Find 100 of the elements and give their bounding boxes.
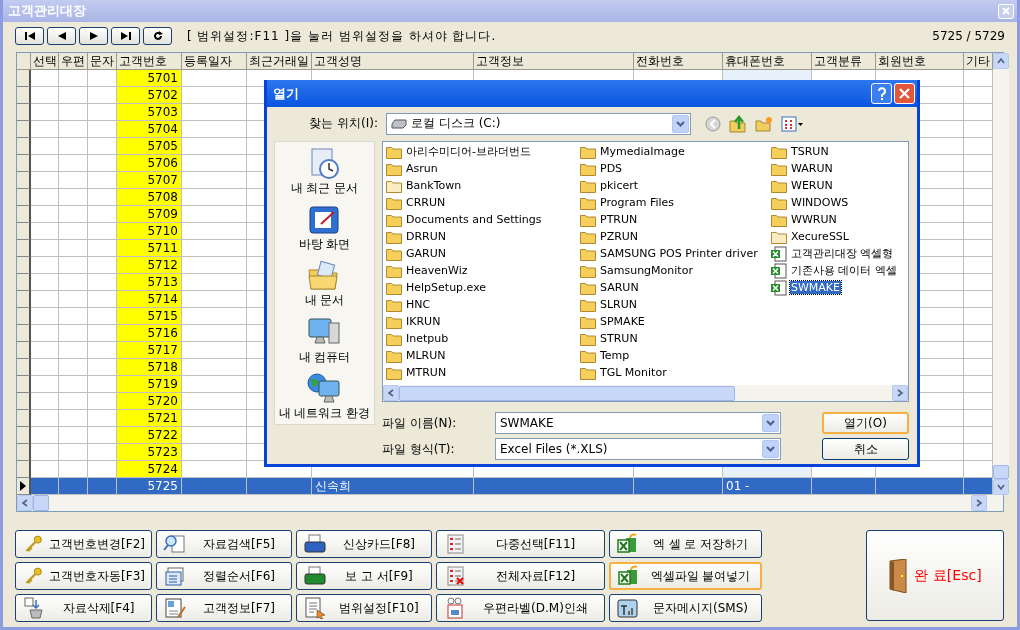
table-cell: 5720 [117,393,182,410]
file-name[interactable]: IKRUN [405,315,442,328]
file-name-field[interactable]: SWMAKE [495,412,781,434]
file-name[interactable]: Temp [599,349,631,362]
table-cell: 5724 [117,461,182,478]
action-button[interactable]: 문자메시지(SMS) [609,594,762,622]
action-button[interactable]: 다중선택[F11] [436,530,605,558]
column-header[interactable]: 문자 [88,53,117,70]
column-header[interactable]: 회원번호 [876,53,964,70]
action-button[interactable]: 고객번호변경[F2] [15,530,152,558]
file-name[interactable]: HNC [405,298,432,311]
action-button[interactable]: 신상카드[F8] [296,530,432,558]
table-cell: 5702 [117,87,182,104]
column-header[interactable]: 고객번호 [117,53,182,70]
column-header[interactable]: 고객정보 [474,53,634,70]
table-cell: 신속희 [312,478,474,495]
action-button[interactable]: 범위설정[F10] [296,594,432,622]
file-name[interactable]: MTRUN [405,366,448,379]
action-button[interactable]: 자료검색[F5] [156,530,292,558]
file-name[interactable]: STRUN [599,332,639,345]
column-header[interactable]: 휴대폰번호 [723,53,812,70]
file-name[interactable]: Inetpub [405,332,450,345]
table-cell: 5708 [117,189,182,206]
column-header[interactable]: 기타 [964,53,993,70]
file-name[interactable]: 고객관리대장 엑셀형 [790,246,895,261]
place-label[interactable]: 내 네트워크 환경 [278,404,371,422]
file-name[interactable]: WERUN [790,179,834,192]
column-header[interactable]: 고객분류 [812,53,876,70]
file-name[interactable]: 아리수미디어-브라더번드 [405,144,532,159]
action-button[interactable]: 고객정보[F7] [156,594,292,622]
window-title: 고객관리대장 [8,2,86,20]
column-header[interactable]: 최근거래일 [247,53,312,70]
file-name[interactable]: Asrun [405,162,439,175]
file-name[interactable]: MLRUN [405,349,447,362]
file-name[interactable]: HeavenWiz [405,264,469,277]
file-name[interactable]: TSRUN [790,145,830,158]
file-type-dropdown[interactable]: Excel Files (*.XLS) [495,438,781,460]
table-cell: 5706 [117,155,182,172]
place-label[interactable]: 내 문서 [304,292,345,310]
file-name[interactable]: WWRUN [790,213,838,226]
place-label[interactable]: 바탕 화면 [298,236,351,254]
table-cell: 5725 [117,478,182,495]
file-name[interactable]: BankTown [405,179,463,192]
cancel-button[interactable]: 취소 [822,438,909,460]
column-header[interactable]: 선택 [31,53,59,70]
file-name[interactable]: PTRUN [599,213,639,226]
file-name[interactable]: GARUN [405,247,447,260]
table-cell: 5710 [117,223,182,240]
table-cell: 5717 [117,342,182,359]
table-cell: 5711 [117,240,182,257]
look-in-label: 찾는 위치(I): [308,115,379,132]
file-name[interactable]: SARUN [599,281,640,294]
column-header[interactable]: 등록일자 [182,53,247,70]
action-button[interactable]: 자료삭제[F4] [15,594,152,622]
file-name[interactable]: CRRUN [405,196,447,209]
table-cell: 5701 [117,70,182,87]
open-button[interactable]: 열기(O) [822,412,909,434]
action-button[interactable]: 보 고 서[F9] [296,562,432,590]
file-name[interactable]: SPMAKE [599,315,646,328]
table-cell: 5705 [117,138,182,155]
column-header[interactable]: 고객성명 [312,53,474,70]
table-cell: 01 - [723,478,812,495]
table-cell: 5707 [117,172,182,189]
file-name[interactable]: SWMAKE [790,281,842,294]
table-cell: 5715 [117,308,182,325]
file-name[interactable]: PDS [599,162,624,175]
file-name[interactable]: DRRUN [405,230,448,243]
file-name[interactable]: HelpSetup.exe [405,281,488,294]
record-count: 5725 / 5729 [932,29,1005,43]
table-cell: 5719 [117,376,182,393]
action-button[interactable]: 정렬순서[F6] [156,562,292,590]
table-cell: 5716 [117,325,182,342]
look-in-dropdown[interactable]: 로컬 디스크 (C:) [386,112,691,135]
place-label[interactable]: 내 컴퓨터 [298,348,351,366]
table-cell: 5712 [117,257,182,274]
place-label[interactable]: 내 최근 문서 [290,180,359,197]
file-name[interactable]: SLRUN [599,298,639,311]
action-button[interactable]: 엑 셀 로 저장하기 [609,530,762,558]
file-name[interactable]: WINDOWS [790,196,850,209]
column-header[interactable]: 우편 [59,53,88,70]
table-cell: 5723 [117,444,182,461]
column-header[interactable]: 전화번호 [634,53,723,70]
file-name[interactable]: 기존사용 데이터 엑셀 [790,263,898,278]
file-name[interactable]: Documents and Settings [405,213,543,226]
action-button[interactable]: 전체자료[F12] [436,562,605,590]
file-name[interactable]: PZRUN [599,230,640,243]
exit-button[interactable]: 완 료[Esc] [866,530,1004,621]
file-name[interactable]: TGL Monitor [599,366,668,379]
file-name[interactable]: XecureSSL [790,230,850,243]
file-name[interactable]: SamsungMonitor [599,264,694,277]
file-name-label: 파일 이름(N): [382,414,458,432]
table-cell: 5704 [117,121,182,138]
file-name[interactable]: MymediaImage [599,145,686,158]
file-name[interactable]: pkicert [599,179,640,192]
file-name[interactable]: SAMSUNG POS Printer driver [599,247,759,260]
file-name[interactable]: WARUN [790,162,834,175]
file-name[interactable]: Program Files [599,196,676,209]
action-button[interactable]: 엑셀파일 붙여넣기 [609,562,762,590]
action-button[interactable]: 고객번호자동[F3] [15,562,152,590]
action-button[interactable]: 우편라벨(D.M)인쇄 [436,594,605,622]
